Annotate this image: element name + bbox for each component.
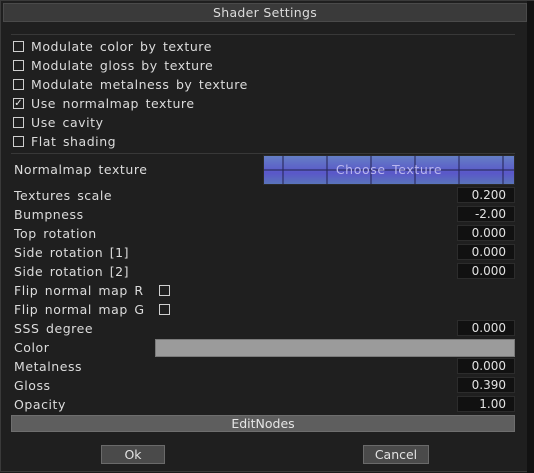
checkbox-label: Modulate gloss by texture [31,58,214,73]
shader-settings-dialog: Shader Settings Modulate color by textur… [0,0,534,473]
checkbox-label: Flat shading [31,134,117,149]
param-label: SSS degree [14,321,94,336]
bumpness-field[interactable]: -2.00 [457,206,515,222]
checkbox-modulate-metalness[interactable]: Modulate metalness by texture [13,75,248,94]
checkbox-label: Use cavity [31,115,104,130]
param-label: Color [14,340,50,355]
opacity-row: Opacity [14,396,66,413]
flip-r-row: Flip normal map R [14,282,144,299]
sss-degree-row: SSS degree [14,320,93,337]
checkmark-icon[interactable]: ✓ [13,98,24,109]
flip-g-checkbox[interactable] [159,304,170,315]
textures-scale-field[interactable]: 0.200 [457,187,515,203]
checkbox-label: Modulate color by texture [31,39,212,54]
textures-scale-row: Textures scale [14,187,112,204]
checkbox-modulate-gloss[interactable]: Modulate gloss by texture [13,56,213,75]
side-rotation-2-row: Side rotation [2] [14,263,129,280]
checkbox-flat-shading[interactable]: Flat shading [13,132,116,151]
checkbox-label: Modulate metalness by texture [31,77,248,92]
normalmap-row: Normalmap texture [14,161,147,178]
param-label: Metalness [14,359,83,374]
window-edge [527,1,534,473]
ok-button[interactable]: Ok [101,445,165,464]
param-label: Top rotation [14,226,97,241]
checkbox-box[interactable] [13,60,24,71]
gloss-field[interactable]: 0.390 [457,377,515,393]
checkbox-box[interactable] [13,136,24,147]
flip-g-row: Flip normal map G [14,301,145,318]
divider [11,34,515,35]
color-row: Color [14,339,49,356]
checkbox-box[interactable] [13,79,24,90]
checkbox-label: Use normalmap texture [31,96,195,111]
choose-texture-button[interactable]: Choose Texture [263,155,515,185]
opacity-field[interactable]: 1.00 [457,396,515,412]
side-rotation-2-field[interactable]: 0.000 [457,263,515,279]
param-label: Gloss [14,378,51,393]
top-rotation-row: Top rotation [14,225,97,242]
top-rotation-field[interactable]: 0.000 [457,225,515,241]
cancel-button[interactable]: Cancel [363,445,429,464]
metalness-field[interactable]: 0.000 [457,358,515,374]
param-label: Textures scale [14,188,113,203]
gloss-row: Gloss [14,377,51,394]
flip-r-checkbox[interactable] [159,285,170,296]
checkbox-use-normalmap[interactable]: ✓ Use normalmap texture [13,94,195,113]
param-label: Opacity [14,397,66,412]
bumpness-row: Bumpness [14,206,84,223]
checkbox-use-cavity[interactable]: Use cavity [13,113,104,132]
checkbox-box[interactable] [13,117,24,128]
divider [11,153,515,154]
metalness-row: Metalness [14,358,82,375]
checkbox-box[interactable] [13,41,24,52]
edit-nodes-button[interactable]: EditNodes [11,415,515,432]
side-rotation-1-row: Side rotation [1] [14,244,129,261]
normalmap-label: Normalmap texture [14,162,148,177]
param-label: Side rotation [1] [14,245,130,260]
param-label: Side rotation [2] [14,264,130,279]
side-rotation-1-field[interactable]: 0.000 [457,244,515,260]
sss-degree-field[interactable]: 0.000 [457,320,515,336]
param-label: Bumpness [14,207,84,222]
checkbox-modulate-color[interactable]: Modulate color by texture [13,37,212,56]
dialog-title[interactable]: Shader Settings [3,3,527,22]
param-label: Flip normal map R [14,283,144,298]
param-label: Flip normal map G [14,302,145,317]
color-swatch[interactable] [155,339,515,357]
